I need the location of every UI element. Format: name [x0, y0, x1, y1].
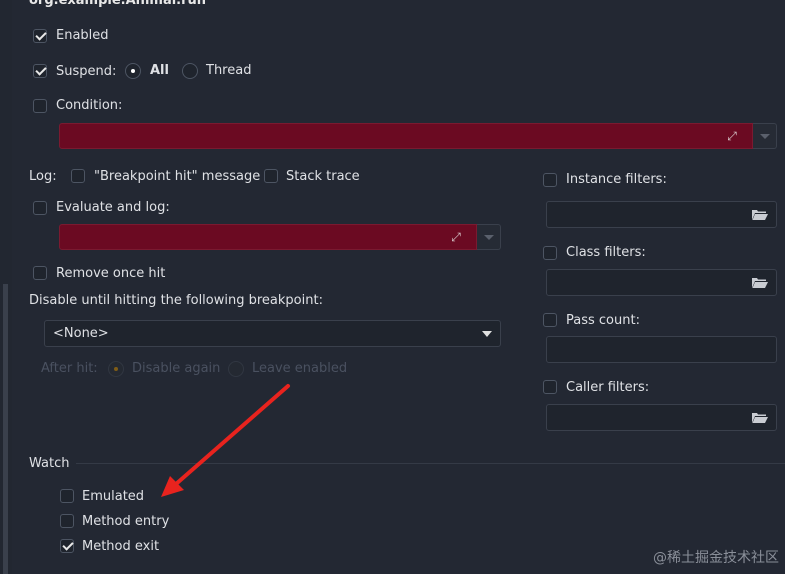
annotation-arrow: [161, 384, 290, 497]
watermark: @稀土掘金技术社区: [653, 550, 779, 566]
